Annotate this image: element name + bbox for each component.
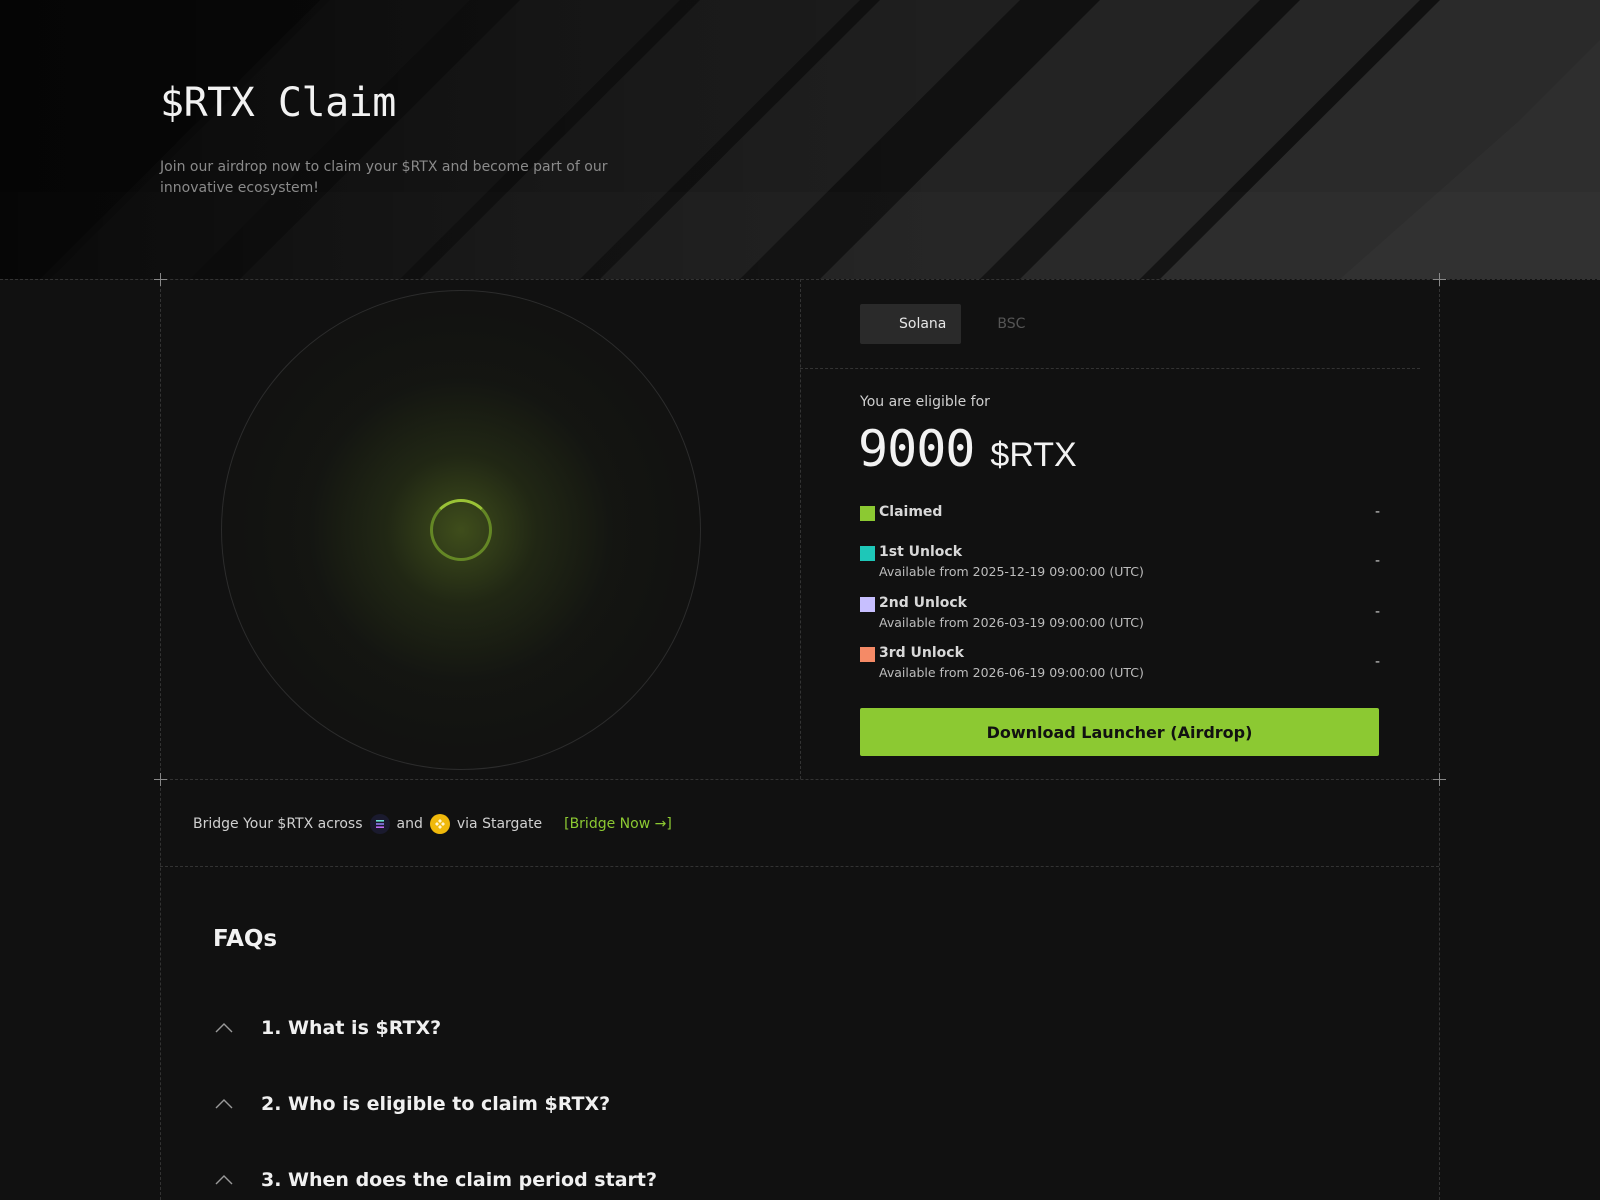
unlock-name: Claimed	[879, 504, 943, 520]
unlock-name: 2nd Unlock	[879, 595, 967, 611]
hero-banner: $RTX Claim Join our airdrop now to claim…	[0, 0, 1600, 279]
unlock-date: Available from 2026-03-19 09:00:00 (UTC)	[879, 615, 1144, 630]
tab-solana-label: Solana	[899, 316, 947, 332]
unlock-value: -	[1374, 654, 1380, 670]
unlock-value: -	[1374, 604, 1380, 620]
corner-marker-top-left	[154, 273, 167, 286]
unlock-date: Available from 2025-12-19 09:00:00 (UTC)	[879, 564, 1144, 579]
page-title: $RTX Claim	[160, 80, 396, 126]
chevron-up-icon	[213, 1017, 235, 1039]
1st-unlock-swatch	[860, 546, 875, 561]
eligible-amount: 9000 $RTX	[858, 420, 1077, 478]
chevron-up-icon	[213, 1093, 235, 1115]
corner-marker-bottom-left	[154, 773, 167, 786]
bridge-now-link[interactable]: [Bridge Now →]	[564, 816, 672, 832]
faq-question: 1. What is $RTX?	[261, 1017, 442, 1039]
frame-line-bridge	[160, 866, 1439, 867]
unlock-row-claimed: Claimed -	[860, 504, 1380, 524]
bridge-text-after: via Stargate	[456, 816, 543, 832]
3rd-unlock-swatch	[860, 647, 875, 662]
corner-marker-bottom-right	[1433, 773, 1446, 786]
amount-value: 9000	[858, 420, 975, 478]
bridge-text-before: Bridge Your $RTX across	[193, 816, 363, 832]
claimed-swatch	[860, 506, 875, 521]
2nd-unlock-swatch	[860, 597, 875, 612]
unlock-row-1st: 1st Unlock Available from 2025-12-19 09:…	[860, 544, 1380, 584]
unlock-name: 1st Unlock	[879, 544, 963, 560]
download-launcher-button[interactable]: Download Launcher (Airdrop)	[860, 708, 1379, 756]
network-tabs: Solana BSC	[860, 304, 1040, 344]
eligible-label: You are eligible for	[860, 394, 990, 410]
faq-item-1[interactable]: 1. What is $RTX?	[213, 1013, 441, 1043]
unlock-value: -	[1374, 504, 1380, 520]
unlock-date: Available from 2026-06-19 09:00:00 (UTC)	[879, 665, 1144, 680]
tab-solana[interactable]: Solana	[860, 304, 962, 344]
unlock-row-2nd: 2nd Unlock Available from 2026-03-19 09:…	[860, 595, 1380, 635]
frame-line-right	[1439, 279, 1440, 1200]
unlock-name: 3rd Unlock	[879, 645, 964, 661]
unlock-row-3rd: 3rd Unlock Available from 2026-06-19 09:…	[860, 645, 1380, 685]
frame-line-left	[160, 279, 161, 1200]
frame-line-center	[800, 279, 801, 779]
amount-unit: $RTX	[990, 436, 1077, 474]
faq-item-2[interactable]: 2. Who is eligible to claim $RTX?	[213, 1089, 610, 1119]
tab-bsc[interactable]: BSC	[961, 304, 1040, 344]
bridge-text-and: and	[396, 816, 423, 832]
hero-shade	[0, 0, 1600, 279]
faq-item-3[interactable]: 3. When does the claim period start?	[213, 1165, 657, 1195]
frame-line-mid	[160, 779, 1439, 780]
solana-icon	[369, 814, 390, 834]
tab-bsc-label: BSC	[997, 316, 1026, 332]
faq-question: 2. Who is eligible to claim $RTX?	[261, 1093, 611, 1115]
corner-marker-top-right	[1433, 273, 1446, 286]
faq-title: FAQs	[213, 926, 278, 952]
unlock-value: -	[1374, 553, 1380, 569]
loading-spinner-icon	[430, 499, 492, 561]
page-subtitle: Join our airdrop now to claim your $RTX …	[160, 159, 608, 196]
chevron-up-icon	[213, 1169, 235, 1191]
bridge-banner: Bridge Your $RTX across and via Stargate…	[193, 813, 672, 835]
faq-question: 3. When does the claim period start?	[261, 1169, 657, 1191]
bnb-icon	[429, 814, 450, 834]
frame-line-tabs	[800, 368, 1420, 369]
